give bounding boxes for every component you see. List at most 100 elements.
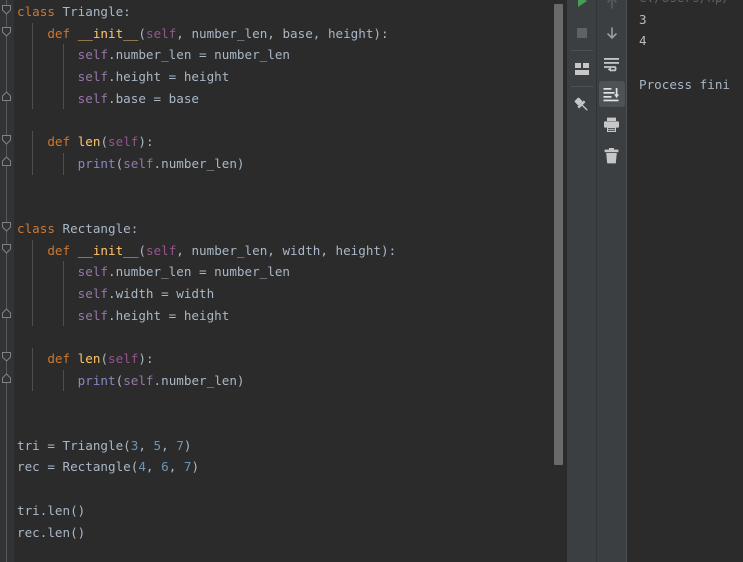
code-token: 6 (161, 459, 169, 475)
code-token: ( (138, 25, 146, 41)
code-token: Rectangle: (62, 220, 139, 236)
console-line-text: 4 (639, 33, 647, 49)
code-token: len (77, 134, 101, 150)
fold-marker-expanded[interactable] (1, 351, 12, 362)
code-line[interactable]: self.base = base (14, 87, 566, 110)
scroll-to-end-button[interactable] (598, 81, 625, 107)
code-token: , (168, 459, 184, 475)
fold-marker-collapse-end[interactable] (1, 373, 12, 384)
play-icon (577, 0, 587, 7)
console-line: 3 (639, 9, 730, 31)
indent-guide (32, 66, 33, 88)
code-token: .width = width (108, 285, 215, 301)
code-line[interactable]: print(self.number_len) (14, 152, 566, 175)
stop-button[interactable] (569, 20, 595, 46)
code-line[interactable]: self.height = height (14, 66, 566, 88)
layout-button[interactable] (569, 56, 595, 82)
code-token: __init__ (77, 242, 139, 258)
run-output-console[interactable]: C:/Users/hp/3 4 Process fini (626, 0, 743, 562)
indent-guide (63, 66, 64, 88)
console-line (639, 52, 730, 74)
code-token: self (77, 307, 109, 323)
down-stack-trace-button[interactable] (599, 20, 625, 46)
code-line[interactable] (14, 413, 566, 435)
code-line[interactable]: class Rectangle: (14, 218, 566, 240)
code-token: .height = height (108, 307, 230, 323)
code-token: self (108, 134, 139, 150)
fold-marker-expanded[interactable] (1, 134, 12, 145)
code-line[interactable]: tri = Triangle(3, 5, 7) (14, 435, 566, 457)
up-stack-trace-button[interactable] (599, 0, 625, 16)
code-token: ) (183, 437, 192, 453)
code-token: __init__ (77, 25, 139, 41)
code-line[interactable] (14, 478, 566, 500)
fold-marker-expanded[interactable] (1, 243, 12, 254)
code-token: , (161, 437, 177, 453)
fold-marker-collapse-end[interactable] (1, 156, 12, 167)
code-line[interactable]: self.number_len = number_len (14, 44, 566, 67)
code-token: print (77, 372, 116, 388)
code-token: self (77, 90, 109, 106)
code-token: print (77, 155, 116, 171)
code-token: self (108, 351, 139, 366)
soft-wrap-button[interactable] (599, 51, 625, 77)
scroll-to-end-icon (603, 87, 620, 101)
code-line[interactable]: def len(self): (14, 348, 566, 370)
code-line[interactable]: rec.len() (14, 522, 566, 544)
indent-guide (63, 152, 64, 175)
code-token: Triangle: (62, 4, 131, 19)
code-token: def (47, 25, 78, 41)
fold-marker-collapse-end[interactable] (1, 308, 12, 319)
code-line[interactable]: def __init__(self, number_len, base, hei… (14, 22, 566, 45)
code-token: class (17, 220, 63, 236)
editor-scrollbar-thumb[interactable] (554, 4, 563, 465)
fold-marker-expanded[interactable] (1, 4, 12, 15)
code-token: rec.len() (17, 524, 86, 540)
fold-marker-collapse-end[interactable] (1, 91, 12, 102)
code-token: , number_len, base, height): (176, 25, 389, 41)
arrow-up-icon (606, 0, 617, 9)
code-token: def (47, 351, 78, 366)
code-line[interactable]: self.number_len = number_len (14, 261, 566, 283)
gutter-rail (6, 0, 7, 562)
code-line[interactable] (14, 175, 566, 197)
code-line[interactable]: tri.len() (14, 500, 566, 522)
soft-wrap-icon (604, 57, 619, 72)
code-line[interactable]: self.height = height (14, 304, 566, 327)
indent-guide (63, 369, 64, 392)
pin-tab-button[interactable] (569, 92, 595, 118)
code-token: self (145, 25, 177, 41)
indent-guide (32, 87, 33, 110)
code-editor-pane[interactable]: class Triangle: def __init__(self, numbe… (0, 0, 566, 562)
indent-guide (32, 261, 33, 283)
editor-vertical-scrollbar[interactable] (552, 0, 566, 562)
fold-marker-expanded[interactable] (1, 221, 12, 232)
code-line[interactable] (14, 391, 566, 413)
code-line[interactable]: class Triangle: (14, 1, 566, 23)
indent-guide (63, 44, 64, 67)
code-token: , (138, 437, 154, 453)
code-line[interactable] (14, 196, 566, 218)
code-line[interactable] (14, 109, 566, 131)
code-token: ) (191, 459, 200, 475)
clear-all-button[interactable] (599, 143, 625, 169)
code-line[interactable]: rec = Rectangle(4, 6, 7) (14, 456, 566, 478)
console-line: 4 (639, 30, 730, 52)
code-token: , number_len, width, height): (176, 242, 397, 258)
editor-gutter[interactable] (0, 0, 14, 562)
code-line[interactable]: def len(self): (14, 131, 566, 153)
fold-marker-expanded[interactable] (1, 26, 12, 37)
code-token: self (123, 372, 154, 388)
code-line[interactable]: def __init__(self, number_len, width, he… (14, 239, 566, 262)
code-line[interactable] (14, 326, 566, 348)
code-line[interactable]: print(self.number_len) (14, 369, 566, 392)
code-line[interactable]: self.width = width (14, 282, 566, 305)
code-token: ): (138, 351, 154, 366)
code-text[interactable]: class Triangle: def __init__(self, numbe… (14, 0, 566, 562)
indent-guide (63, 261, 64, 283)
code-token: self (145, 242, 177, 258)
print-button[interactable] (599, 112, 625, 138)
rerun-button[interactable] (569, 0, 595, 14)
